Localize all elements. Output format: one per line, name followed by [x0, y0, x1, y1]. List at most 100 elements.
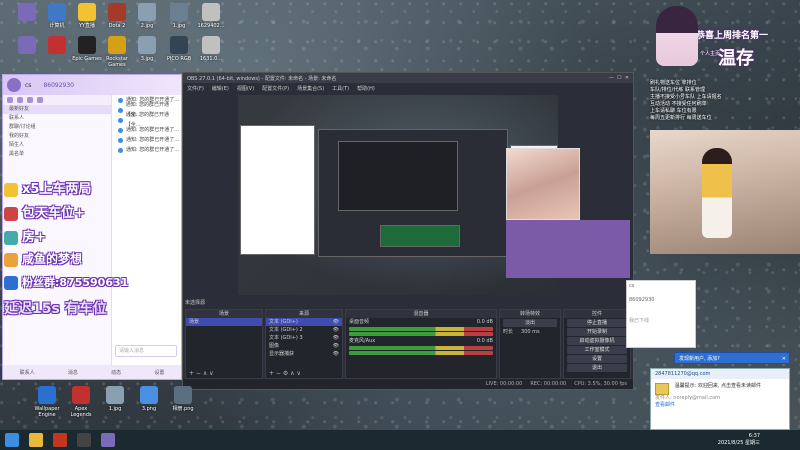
control-button[interactable]: 工作室模式 — [567, 346, 627, 354]
purple-banner — [506, 220, 630, 278]
contact-group[interactable]: 联系人 — [3, 114, 111, 123]
desktop-icon-label: Dota 2 — [108, 23, 126, 29]
desktop-icon[interactable] — [40, 36, 74, 56]
notice-text: 通知: 您的群已开通了... — [126, 127, 180, 133]
source-item[interactable]: 文本 (GDI+) 2 👁 — [266, 326, 342, 334]
desktop-icon[interactable]: 2.jpg — [130, 3, 164, 29]
game-icon[interactable] — [37, 97, 43, 103]
contact-group[interactable]: 黑名单 — [3, 150, 111, 159]
desktop-icon[interactable]: 相册.png — [166, 386, 200, 412]
obs-titlebar: OBS 27.0.1 (64-bit, windows) - 配置文件: 未命名… — [183, 73, 633, 83]
transition-select[interactable]: 淡出 — [503, 319, 557, 327]
desktop-icon[interactable]: 1.jpg — [162, 3, 196, 29]
desktop-icon-image — [138, 3, 156, 21]
mail-link[interactable]: 查看邮件 — [655, 402, 675, 408]
control-button[interactable]: 启动虚拟摄像机 — [567, 337, 627, 345]
eye-icon[interactable]: 👁 — [333, 334, 339, 342]
avatar[interactable] — [7, 78, 21, 92]
menu-item[interactable]: 配置文件(P) — [262, 85, 289, 92]
space-icon[interactable] — [27, 97, 33, 103]
desktop-icon-image — [78, 36, 96, 54]
message-icon[interactable] — [7, 97, 13, 103]
duration-value[interactable]: 300 ms — [521, 328, 540, 336]
eye-icon[interactable]: 👁 — [333, 318, 339, 326]
obs-taskbar-icon[interactable] — [77, 433, 91, 447]
eye-icon[interactable]: 👁 — [333, 350, 339, 358]
desktop-icon[interactable]: 3.jpg — [130, 36, 164, 62]
source-item[interactable]: 文本 (GDI+) 👁 — [266, 318, 342, 326]
desktop-icon-image — [140, 386, 158, 404]
desktop-icon[interactable]: 计算机 — [40, 3, 74, 29]
desktop-icon[interactable]: 1629402... — [194, 3, 228, 29]
desktop-icon[interactable]: 1631.0... — [194, 36, 228, 62]
volume-slider[interactable] — [349, 351, 493, 355]
menu-item[interactable]: 帮助(H) — [357, 85, 375, 92]
close-icon[interactable]: ✕ — [782, 353, 786, 365]
control-button[interactable]: 停止直播 — [567, 319, 627, 327]
clock[interactable]: 6:37 2021/8/25 星期三 — [718, 433, 760, 447]
source-item[interactable]: 显示器捕获 👁 — [266, 350, 342, 358]
desktop-icon-image — [170, 3, 188, 21]
source-item[interactable]: 图像 👁 — [266, 342, 342, 350]
transitions-title: 转场特效 — [500, 310, 560, 318]
desktop-icon[interactable]: Epic Games — [70, 36, 104, 62]
menu-item[interactable]: 工具(T) — [332, 85, 349, 92]
mail-notification[interactable]: 2847811270@qq.com 温馨提示: 欢迎回来, 点击查看未读邮件 发… — [650, 368, 790, 430]
qq-taskbar-icon[interactable] — [101, 433, 115, 447]
desktop-icon[interactable]: PICO RGB — [162, 36, 196, 62]
track-level: 0.0 dB — [476, 319, 493, 325]
scene-item[interactable]: 场景 — [186, 318, 262, 326]
desktop-icon[interactable]: YY直播 — [70, 3, 104, 29]
notice-item[interactable]: 通知: 您的群已开通【全... — [112, 112, 181, 128]
contact-group[interactable]: 我的好友 — [3, 132, 111, 141]
desktop-icon[interactable]: 3.png — [132, 386, 166, 412]
qq-tab[interactable]: 消息 — [68, 369, 78, 376]
desktop-icon[interactable]: Rockstar Games — [100, 36, 134, 68]
eye-icon[interactable]: 👁 — [333, 326, 339, 334]
eye-icon[interactable]: 👁 — [333, 342, 339, 350]
qq-group-name[interactable]: 最新好友 — [3, 105, 111, 114]
notice-item[interactable]: 通知: 您的群已开通了... — [112, 125, 181, 135]
desktop-icon-label: PICO RGB — [166, 56, 192, 62]
folder-icon[interactable] — [29, 433, 43, 447]
status-item: REC: 00:00:00 — [530, 381, 567, 387]
desktop-icon[interactable] — [10, 3, 44, 23]
source-item[interactable]: 文本 (GDI+) 3 👁 — [266, 334, 342, 342]
desktop-icon-image — [48, 36, 66, 54]
menu-item[interactable]: 编辑(E) — [212, 85, 229, 92]
app-icon[interactable] — [53, 433, 67, 447]
sources-footer[interactable]: + − ⚙ ∧ ∨ — [266, 370, 342, 378]
desktop-icon[interactable] — [10, 36, 44, 56]
contacts-icon[interactable] — [17, 97, 23, 103]
desktop-icon-image — [138, 36, 156, 54]
notice-item[interactable]: 通知: 您的群已开通了... — [112, 135, 181, 145]
qq-title: cs — [25, 81, 32, 89]
notice-item[interactable]: 通知: 您的群已开通了... — [112, 145, 181, 155]
control-button[interactable]: 开始录制 — [567, 328, 627, 336]
menu-item[interactable]: 文件(F) — [187, 85, 204, 92]
message-input[interactable]: 请输入消息 — [115, 345, 177, 357]
menu-item[interactable]: 视图(V) — [237, 85, 254, 92]
control-button[interactable]: 设置 — [567, 355, 627, 363]
qq-tab[interactable]: 设置 — [154, 369, 164, 376]
notice-text: 通知: 您的群已开通了... — [126, 147, 180, 153]
window-controls[interactable]: — ☐ ✕ — [609, 75, 629, 81]
chat-user: cs — [629, 283, 635, 289]
volume-slider[interactable] — [349, 332, 493, 336]
desktop-icon[interactable]: Apex Legends — [64, 386, 98, 418]
desktop-icon[interactable]: 1.jpg — [98, 386, 132, 412]
contact-group[interactable]: 群聊/讨论组 — [3, 123, 111, 132]
scenes-footer[interactable]: + − ∧ ∨ — [186, 370, 262, 378]
obs-menubar: 文件(F) 编辑(E) 视图(V) 配置文件(P) 场景集合(S) 工具(T) 帮助(H) — [183, 83, 633, 93]
desktop-icon[interactable]: Wallpaper Engine — [30, 386, 64, 418]
rocket-icon — [4, 230, 18, 245]
desktop-icon[interactable]: Dota 2 — [100, 3, 134, 29]
qq-tab[interactable]: 联系人 — [20, 369, 35, 376]
windows-start-icon[interactable] — [5, 433, 19, 447]
menu-item[interactable]: 场景集合(S) — [297, 85, 324, 92]
new-user-popup[interactable]: 发现新用户, 添加? ✕ — [674, 352, 790, 364]
info-line: 上车请私聊 车位有限 — [650, 108, 697, 114]
contact-group[interactable]: 陌生人 — [3, 141, 111, 150]
control-button[interactable]: 退出 — [567, 364, 627, 372]
qq-tab[interactable]: 动态 — [111, 369, 121, 376]
